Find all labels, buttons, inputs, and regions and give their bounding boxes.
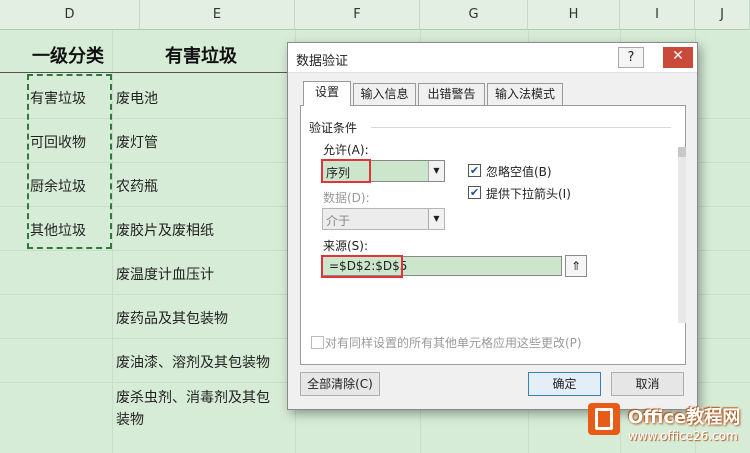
source-label: 来源(S): (323, 239, 369, 253)
close-button[interactable]: ✕ (663, 47, 693, 68)
cell-e2[interactable]: 废电池 (116, 88, 158, 108)
gridline (112, 30, 113, 453)
tab-error-alert[interactable]: 出错警告 (418, 83, 485, 105)
column-header-j[interactable]: J (695, 0, 750, 30)
dialog-titlebar[interactable]: 数据验证 ? ✕ (288, 43, 697, 73)
ok-button[interactable]: 确定 (528, 372, 601, 396)
validation-criteria-title: 验证条件 (309, 121, 358, 135)
apply-all-checkbox (311, 336, 324, 349)
data-validation-dialog: 数据验证 ? ✕ 设置 输入信息 出错警告 输入法模式 验证条件 允许(A): … (287, 42, 698, 410)
column-header-f[interactable]: F (295, 0, 420, 30)
help-button[interactable]: ? (618, 47, 644, 68)
cell-e7[interactable]: 废药品及其包装物 (116, 308, 228, 328)
data-select: 介于 ▼ (322, 208, 445, 230)
column-header-h[interactable]: H (528, 0, 620, 30)
data-label: 数据(D): (323, 191, 370, 205)
column-header-e[interactable]: E (140, 0, 295, 30)
clear-all-button[interactable]: 全部清除(C) (300, 372, 380, 396)
cell-e4[interactable]: 农药瓶 (116, 176, 158, 196)
copy-marquee-selection (27, 74, 112, 249)
watermark-title: Office教程网 (628, 407, 741, 428)
cell-header-primary-category[interactable]: 一级分类 (32, 42, 104, 68)
watermark-url: www.office26.com (628, 429, 738, 443)
apply-all-label: 对有同样设置的所有其他单元格应用这些更改(P) (325, 336, 582, 350)
cell-e3[interactable]: 废灯管 (116, 132, 158, 152)
dialog-title: 数据验证 (296, 54, 349, 69)
in-cell-dropdown-checkbox[interactable]: ✔ (468, 186, 481, 199)
scrollbar[interactable] (678, 147, 686, 323)
allow-highlight-box (321, 159, 371, 183)
column-header-g[interactable]: G (420, 0, 528, 30)
allow-label: 允许(A): (323, 143, 369, 157)
ignore-blank-label[interactable]: 忽略空值(B) (486, 163, 552, 180)
ignore-blank-checkbox[interactable]: ✔ (468, 164, 481, 177)
dropdown-arrow-icon[interactable]: ▼ (428, 161, 444, 181)
tab-ime-mode[interactable]: 输入法模式 (487, 83, 563, 105)
column-header-d[interactable]: D (0, 0, 140, 30)
office-logo-icon (588, 403, 620, 435)
group-divider (371, 127, 671, 128)
tab-settings[interactable]: 设置 (303, 81, 351, 106)
column-header-i[interactable]: I (620, 0, 695, 30)
collapse-dialog-icon[interactable]: ⇑ (565, 255, 587, 277)
cell-e9[interactable]: 废杀虫剂、消毒剂及其包 (116, 387, 270, 407)
settings-panel: 验证条件 允许(A): 序列 ▼ ✔ 忽略空值(B) ✔ 提供下拉箭头(I) 数… (300, 105, 686, 365)
data-select-value: 介于 (326, 214, 351, 228)
cell-e8[interactable]: 废油漆、溶剂及其包装物 (116, 352, 270, 372)
in-cell-dropdown-label[interactable]: 提供下拉箭头(I) (486, 185, 571, 202)
dropdown-arrow-icon: ▼ (428, 209, 444, 229)
cell-e6[interactable]: 废温度计血压计 (116, 264, 214, 284)
cell-e9-wrap: 装物 (116, 412, 144, 428)
cell-header-hazardous[interactable]: 有害垃圾 (165, 42, 237, 68)
cell-e5[interactable]: 废胶片及废相纸 (116, 220, 214, 240)
source-highlight-box (321, 255, 403, 278)
header-border (0, 72, 290, 73)
tab-input-message[interactable]: 输入信息 (353, 83, 416, 105)
cancel-button[interactable]: 取消 (611, 372, 684, 396)
scrollbar-thumb[interactable] (678, 147, 686, 157)
